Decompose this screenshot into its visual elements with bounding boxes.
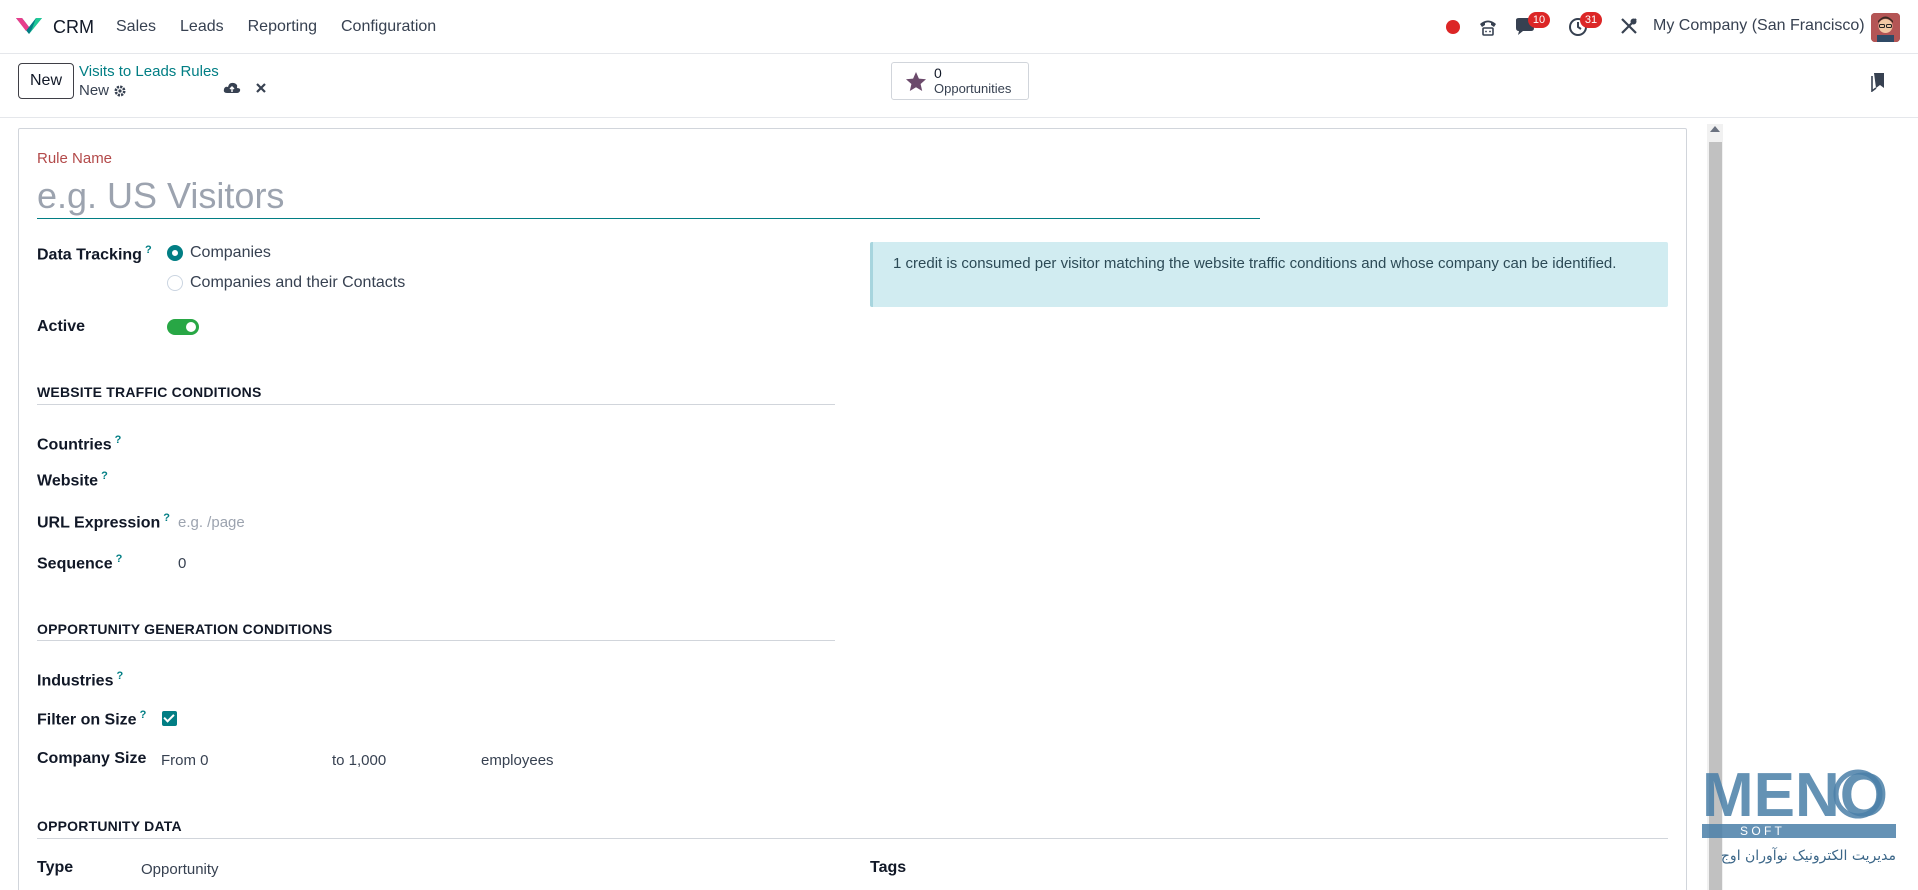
help-icon[interactable]: ? — [115, 434, 122, 446]
rule-name-label: Rule Name — [37, 150, 113, 167]
website-label-text: Website — [37, 472, 99, 490]
menu-sales[interactable]: Sales — [116, 18, 156, 36]
section-divider — [37, 640, 835, 641]
messages-badge: 10 — [1528, 12, 1550, 28]
help-icon[interactable]: ? — [140, 709, 147, 721]
filter-on-size-checkbox[interactable] — [162, 711, 177, 726]
countries-label-text: Countries — [37, 436, 112, 454]
gear-icon[interactable] — [113, 84, 127, 98]
cloud-save-icon[interactable] — [223, 81, 241, 95]
phone-icon[interactable] — [1477, 16, 1499, 38]
app-name[interactable]: CRM — [53, 17, 94, 38]
industries-label: Industries? — [37, 670, 123, 690]
breadcrumb-current-label: New — [79, 82, 110, 99]
section-website-traffic: WEBSITE TRAFFIC CONDITIONS — [37, 384, 262, 400]
menu-leads[interactable]: Leads — [180, 18, 224, 36]
star-icon — [906, 72, 926, 91]
menosoft-watermark: MENO S O F T مدیریت الکترونیک نوآوران او… — [1700, 761, 1900, 872]
url-expression-label: URL Expression? — [37, 512, 170, 532]
tags-label: Tags — [870, 859, 907, 876]
data-tracking-label-text: Data Tracking — [37, 246, 142, 264]
sequence-label: Sequence? — [37, 553, 122, 573]
watermark-sub: S O F T — [1740, 824, 1782, 838]
help-icon[interactable]: ? — [101, 470, 108, 482]
breadcrumb-parent-link[interactable]: Visits to Leads Rules — [79, 63, 219, 80]
website-label: Website? — [37, 470, 108, 490]
top-navbar: CRM Sales Leads Reporting Configuration … — [0, 0, 1918, 54]
watermark-tagline: مدیریت الکترونیک نوآوران اوج — [1721, 847, 1896, 864]
filter-on-size-label-text: Filter on Size — [37, 711, 137, 729]
type-label: Type — [37, 859, 74, 876]
opportunities-label: Opportunities — [934, 81, 1012, 96]
opportunities-smart-button[interactable]: 0 Opportunities — [891, 62, 1029, 100]
company-size-unit: employees — [481, 752, 554, 769]
section-divider — [37, 404, 835, 405]
section-divider — [37, 838, 1668, 839]
active-label: Active — [37, 318, 86, 335]
opportunities-count: 0 — [934, 65, 942, 81]
company-size-to[interactable]: to 1,000 — [332, 752, 386, 769]
help-icon[interactable]: ? — [116, 553, 123, 565]
url-expression-label-text: URL Expression — [37, 514, 161, 532]
radio-companies-label[interactable]: Companies — [190, 244, 271, 262]
industries-label-text: Industries — [37, 672, 114, 690]
credit-info-alert: 1 credit is consumed per visitor matchin… — [870, 242, 1668, 307]
help-icon[interactable]: ? — [116, 670, 123, 682]
user-avatar[interactable] — [1871, 13, 1900, 42]
new-record-button[interactable]: New — [18, 63, 74, 99]
help-icon[interactable]: ? — [145, 244, 152, 256]
radio-companies-contacts-label[interactable]: Companies and their Contacts — [190, 274, 405, 292]
help-icon[interactable]: ? — [163, 512, 170, 524]
data-tracking-label: Data Tracking? — [37, 244, 152, 264]
activities-badge: 31 — [1580, 12, 1602, 28]
active-toggle[interactable] — [167, 319, 199, 335]
menosoft-logo-icon: MENO S O F T مدیریت الکترونیک نوآوران او… — [1702, 761, 1896, 864]
scroll-up-arrow-icon[interactable] — [1710, 126, 1720, 132]
type-select[interactable]: Opportunity — [141, 861, 219, 878]
section-opportunity-data: OPPORTUNITY DATA — [37, 818, 182, 834]
breadcrumb-current: New — [79, 82, 127, 99]
radio-companies-contacts[interactable] — [167, 275, 183, 291]
tools-icon[interactable] — [1620, 17, 1638, 35]
sequence-label-text: Sequence — [37, 555, 113, 573]
countries-label: Countries? — [37, 434, 121, 454]
discard-icon[interactable] — [255, 82, 267, 94]
radio-companies[interactable] — [167, 245, 183, 261]
menu-reporting[interactable]: Reporting — [248, 18, 317, 36]
menu-configuration[interactable]: Configuration — [341, 18, 436, 36]
rule-name-input[interactable] — [37, 173, 1260, 219]
bookmark-icon[interactable] — [1870, 72, 1886, 92]
recording-status-icon[interactable] — [1446, 20, 1460, 34]
company-size-label: Company Size — [37, 750, 147, 767]
sequence-input[interactable]: 0 — [178, 555, 186, 572]
main-menu: Sales Leads Reporting Configuration — [116, 18, 460, 36]
company-size-from[interactable]: From 0 — [161, 752, 209, 769]
crm-logo-icon[interactable] — [14, 14, 44, 38]
filter-on-size-label: Filter on Size? — [37, 709, 146, 729]
company-switcher[interactable]: My Company (San Francisco) — [1653, 17, 1865, 35]
url-expression-input[interactable]: e.g. /page — [178, 514, 245, 531]
section-opportunity-generation: OPPORTUNITY GENERATION CONDITIONS — [37, 621, 333, 637]
